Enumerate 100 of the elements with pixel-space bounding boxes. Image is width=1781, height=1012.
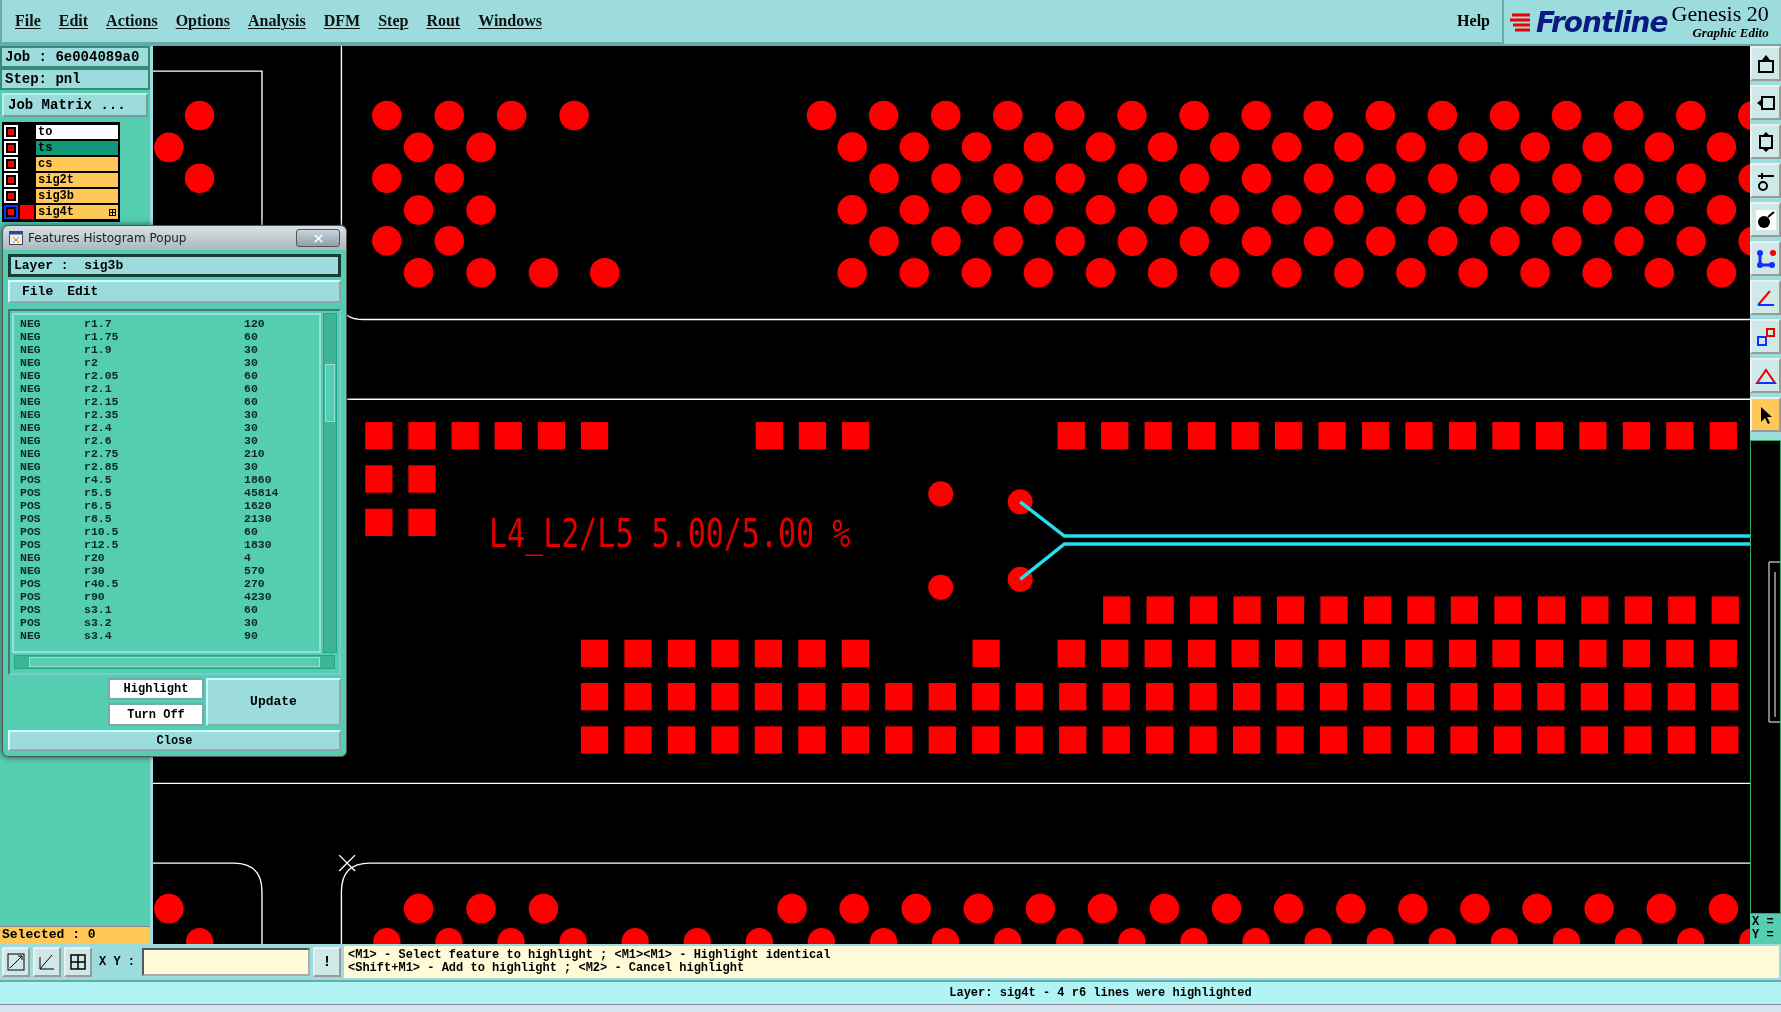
polarity-cell-text: NEG bbox=[20, 329, 42, 343]
polarity-cell-text: POS bbox=[20, 472, 42, 486]
symbol-cell-text: s3.4 bbox=[84, 628, 113, 642]
symbol-cell-text: r2 bbox=[84, 355, 99, 369]
polarity-cell-text: POS bbox=[20, 589, 42, 603]
job-label: Job : 6e004089a0 bbox=[0, 46, 150, 68]
close-button[interactable]: Close bbox=[8, 730, 341, 751]
count-cell-text: 60 bbox=[244, 381, 259, 395]
count-cell-text: 60 bbox=[244, 329, 259, 343]
xy-label: X Y : bbox=[98, 955, 136, 969]
polarity-cell-text: NEG bbox=[20, 394, 42, 408]
polarity-cell-text: NEG bbox=[20, 407, 42, 421]
symbol-cell-text: r2.4 bbox=[84, 420, 113, 434]
symbol-cell-text: s3.2 bbox=[84, 615, 113, 629]
symbol-cell-text: r1.9 bbox=[84, 342, 113, 356]
symbol-cell-text: r20 bbox=[84, 550, 106, 564]
turn-off-button[interactable]: Turn Off bbox=[108, 703, 204, 727]
menu-item[interactable]: File bbox=[22, 283, 54, 299]
count-cell-text: 4 bbox=[244, 550, 252, 564]
symbol-cell-text: r2.15 bbox=[84, 394, 120, 408]
menu-item[interactable]: Rout bbox=[417, 12, 470, 30]
layer-item[interactable]: ts bbox=[36, 141, 118, 155]
polarity-cell-text: POS bbox=[20, 615, 42, 629]
count-cell-text: 210 bbox=[244, 446, 266, 460]
product-name: Genesis 20 bbox=[1671, 3, 1769, 25]
menu-item[interactable]: Edit bbox=[49, 12, 98, 30]
symbol-cell-text: r6.5 bbox=[84, 498, 113, 512]
polarity-cell-text: NEG bbox=[20, 563, 42, 577]
menu-item[interactable]: Step bbox=[369, 12, 418, 30]
layer-item[interactable]: cs bbox=[36, 157, 118, 171]
symbol-cell-text: r8.5 bbox=[84, 511, 113, 525]
symbol-cell-text: r2.75 bbox=[84, 446, 120, 460]
count-cell-text: 30 bbox=[244, 420, 259, 434]
symbol-cell-text: r12.5 bbox=[84, 537, 120, 551]
step-label: Step: pnl bbox=[0, 68, 150, 90]
count-cell-text: 1620 bbox=[244, 498, 273, 512]
coordinate-readout: X = bbox=[1752, 916, 1775, 929]
symbol-cell-text: s3.1 bbox=[84, 602, 113, 616]
count-cell-text: 45814 bbox=[244, 485, 280, 499]
layer-field: Layer : sig3b bbox=[8, 254, 341, 278]
layer-item[interactable]: sig4t bbox=[36, 205, 118, 219]
count-cell-text: 60 bbox=[244, 368, 259, 382]
polarity-cell-text: POS bbox=[20, 537, 42, 551]
layer-annotation: L4_L2/L5 5.00/5.00 % bbox=[489, 510, 851, 558]
job-matrix-button[interactable]: Job Matrix ... bbox=[2, 93, 148, 117]
selected-count: Selected : 0 bbox=[0, 926, 150, 944]
polarity-cell-text: POS bbox=[20, 485, 42, 499]
count-cell-text: 60 bbox=[244, 602, 259, 616]
symbol-cell-text: r4.5 bbox=[84, 472, 113, 486]
count-cell-text: 120 bbox=[244, 316, 266, 330]
layer-item[interactable]: sig2t bbox=[36, 173, 118, 187]
status-text: Layer: sig4t - 4 r6 lines were highlighted bbox=[949, 986, 1252, 1000]
count-cell-text: 30 bbox=[244, 407, 259, 421]
symbol-cell-text: r2.6 bbox=[84, 433, 113, 447]
update-button[interactable]: Update bbox=[206, 677, 341, 727]
polarity-cell-text: NEG bbox=[20, 368, 42, 382]
polarity-cell-text: POS bbox=[20, 524, 42, 538]
alert-button[interactable]: ! bbox=[313, 947, 341, 977]
help-menu[interactable]: Help bbox=[1457, 12, 1490, 30]
polarity-cell-text: NEG bbox=[20, 550, 42, 564]
symbol-cell-text: r5.5 bbox=[84, 485, 113, 499]
menu-item[interactable]: Options bbox=[166, 12, 239, 30]
symbol-cell-text: r2.85 bbox=[84, 459, 120, 473]
polarity-cell-text: NEG bbox=[20, 446, 42, 460]
symbol-cell-text: r90 bbox=[84, 589, 106, 603]
symbol-cell-text: r30 bbox=[84, 563, 106, 577]
polarity-cell-text: NEG bbox=[20, 342, 42, 356]
polarity-cell-text: POS bbox=[20, 511, 42, 525]
symbol-cell-text: r1.75 bbox=[84, 329, 120, 343]
polarity-cell-text: POS bbox=[20, 498, 42, 512]
menu-item[interactable]: Actions bbox=[97, 12, 167, 30]
symbol-cell-text: r2.05 bbox=[84, 368, 120, 382]
count-cell-text: 1860 bbox=[244, 472, 273, 486]
polarity-cell-text: POS bbox=[20, 576, 42, 590]
hint-text: <M1> - Select feature to highlight ; <M1><M1> - Highlight identical bbox=[348, 949, 832, 962]
menu-item[interactable]: Analysis bbox=[238, 12, 315, 30]
coordinate-readout: Y = bbox=[1752, 929, 1775, 942]
count-cell-text: 2130 bbox=[244, 511, 273, 525]
highlight-button[interactable]: Highlight bbox=[108, 677, 204, 701]
brand-logo: Frontline bbox=[1536, 5, 1668, 39]
polarity-cell-text: NEG bbox=[20, 459, 42, 473]
count-cell-text: 1830 bbox=[244, 537, 273, 551]
count-cell-text: 60 bbox=[244, 524, 259, 538]
layer-item[interactable]: to bbox=[36, 125, 118, 139]
layer-item[interactable]: sig3b bbox=[36, 189, 118, 203]
count-cell-text: 4230 bbox=[244, 589, 273, 603]
menu-item[interactable]: Windows bbox=[469, 12, 551, 30]
polarity-cell-text: NEG bbox=[20, 420, 42, 434]
count-cell-text: 30 bbox=[244, 355, 259, 369]
polarity-cell-text: NEG bbox=[20, 628, 42, 642]
count-cell-text: 270 bbox=[244, 576, 266, 590]
polarity-cell-text: POS bbox=[20, 602, 42, 616]
count-cell-text: 30 bbox=[244, 433, 259, 447]
symbol-cell-text: r1.7 bbox=[84, 316, 113, 330]
menu-item[interactable]: Edit bbox=[67, 283, 99, 299]
count-cell-text: 30 bbox=[244, 615, 259, 629]
polarity-cell-text: NEG bbox=[20, 355, 42, 369]
product-subtitle: Graphic Edito bbox=[1692, 25, 1769, 41]
menu-item[interactable]: File bbox=[6, 12, 50, 30]
menu-item[interactable]: DFM bbox=[314, 12, 370, 30]
